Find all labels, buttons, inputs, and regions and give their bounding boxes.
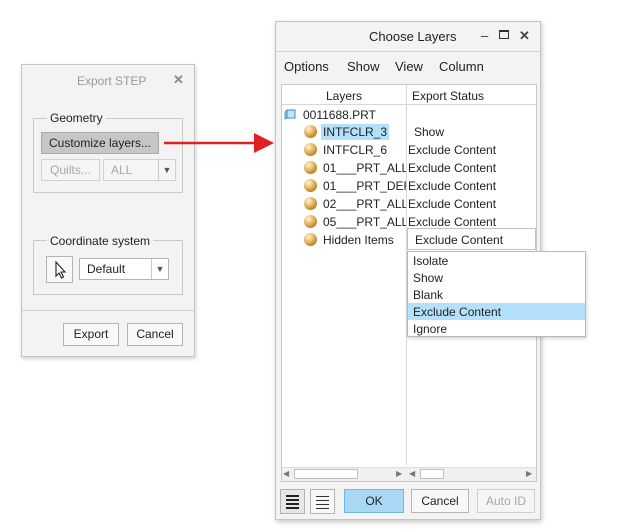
list-lines-icon [286, 495, 299, 509]
layer-row-name[interactable]: INTFCLR_3 [321, 124, 390, 140]
scroll-right-icon[interactable]: ▶ [396, 469, 402, 478]
scrollbar-thumb-right[interactable] [420, 469, 444, 479]
quilts-select-value: ALL [111, 163, 133, 177]
layer-row-status[interactable]: Exclude Content [408, 179, 496, 193]
cancel-button[interactable]: Cancel [411, 489, 469, 513]
dropdown-option-ignore[interactable]: Ignore [413, 322, 447, 336]
chevron-down-icon: ▼ [151, 259, 168, 279]
column-header-export-status[interactable]: Export Status [412, 89, 484, 103]
layer-icon [304, 179, 317, 192]
chevron-down-icon: ▼ [158, 160, 175, 180]
dropdown-option-show[interactable]: Show [413, 271, 443, 285]
layer-row-name[interactable]: 05___PRT_ALL_D [323, 215, 406, 229]
layer-row-name[interactable]: INTFCLR_6 [323, 143, 387, 157]
layer-row-status[interactable]: Exclude Content [408, 161, 496, 175]
column-header-row [282, 85, 536, 105]
dropdown-option-blank[interactable]: Blank [413, 288, 443, 302]
close-icon[interactable]: ✕ [173, 72, 184, 88]
layer-icon [304, 215, 317, 228]
divider [22, 310, 194, 311]
layer-icon [304, 197, 317, 210]
geometry-label: Geometry [47, 111, 106, 125]
layer-icon [304, 233, 317, 246]
export-dialog-title: Export STEP [77, 74, 147, 88]
dropdown-option-isolate[interactable]: Isolate [413, 254, 448, 268]
dropdown-option-exclude-content[interactable]: Exclude Content [413, 305, 501, 319]
layer-row-status[interactable]: Exclude Content [408, 215, 496, 229]
layer-row-status[interactable]: Exclude Content [408, 197, 496, 211]
red-arrow-annotation [164, 133, 274, 153]
close-icon[interactable]: ✕ [519, 28, 530, 44]
column-header-layers[interactable]: Layers [326, 89, 362, 103]
layer-icon [304, 125, 317, 138]
part-cube-icon [284, 109, 296, 120]
expand-all-button[interactable] [280, 489, 305, 514]
status-combo-value: Exclude Content [415, 233, 504, 247]
coordinate-system-label: Coordinate system [47, 234, 154, 248]
scroll-right-icon[interactable]: ▶ [526, 469, 532, 478]
layer-row-status[interactable]: Exclude Content [408, 143, 496, 157]
layer-row-name[interactable]: 02___PRT_ALL_A [323, 197, 406, 211]
tree-root-part[interactable]: 0011688.PRT [303, 108, 376, 122]
layer-row-name[interactable]: Hidden Items [323, 233, 394, 247]
quilts-button[interactable]: Quilts... [41, 159, 100, 181]
cancel-button[interactable]: Cancel [127, 323, 183, 346]
layer-icon [304, 143, 317, 156]
minimize-icon[interactable]: – [481, 28, 488, 43]
export-step-dialog [21, 64, 195, 357]
layer-row-name[interactable]: 01___PRT_ALL_D [323, 161, 406, 175]
quilts-select[interactable]: ALL ▼ [103, 159, 176, 181]
scroll-left-icon[interactable]: ◀ [283, 469, 289, 478]
scroll-left-icon[interactable]: ◀ [409, 469, 415, 478]
layer-row-name[interactable]: 01___PRT_DEF_D [323, 179, 406, 193]
cursor-arrow-icon [55, 260, 67, 279]
collapse-all-button[interactable] [310, 489, 335, 514]
layer-icon [304, 161, 317, 174]
coordinate-system-value: Default [87, 262, 126, 276]
select-pointer-button[interactable] [46, 256, 73, 283]
layer-row-status[interactable]: Show [414, 125, 444, 139]
title-divider [276, 51, 540, 52]
maximize-icon[interactable] [499, 30, 509, 39]
export-button[interactable]: Export [63, 323, 119, 346]
scrollbar-thumb-left[interactable] [294, 469, 358, 479]
layers-dialog-title: Choose Layers [369, 29, 457, 44]
menu-column[interactable]: Column [439, 59, 484, 74]
customize-layers-button[interactable]: Customize layers... [41, 132, 159, 154]
auto-id-button[interactable]: Auto ID [477, 489, 535, 513]
menu-view[interactable]: View [395, 59, 423, 74]
menu-options[interactable]: Options [284, 59, 329, 74]
ok-button[interactable]: OK [344, 489, 404, 513]
menu-show[interactable]: Show [347, 59, 380, 74]
list-lines-icon [316, 496, 329, 509]
coordinate-system-select[interactable]: Default ▼ [79, 258, 169, 280]
